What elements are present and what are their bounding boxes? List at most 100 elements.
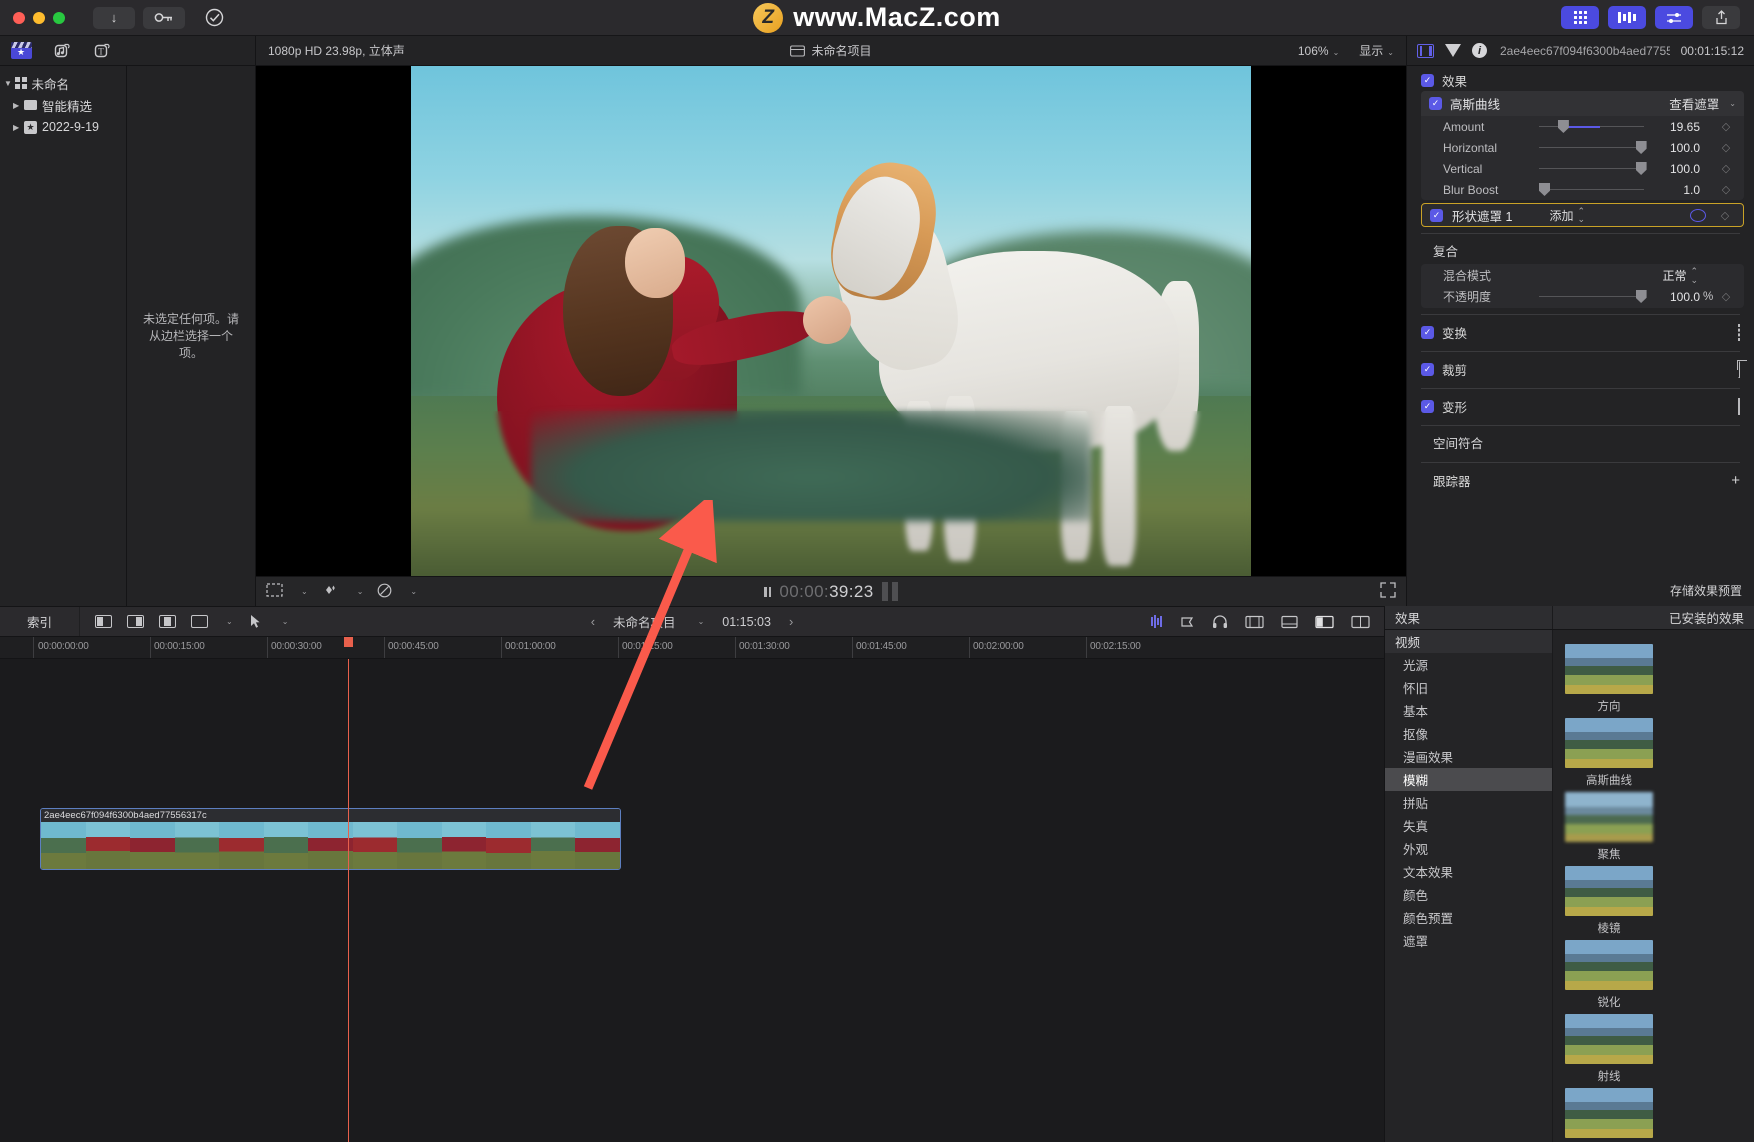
effects-category-distortion[interactable]: 失真 bbox=[1385, 814, 1552, 837]
effects-category-color-presets[interactable]: 颜色预置 bbox=[1385, 906, 1552, 929]
effects-category-text[interactable]: 文本效果 bbox=[1385, 860, 1552, 883]
effect-item[interactable]: 棱镜 bbox=[1565, 866, 1653, 936]
mask-enable-checkbox[interactable] bbox=[1430, 208, 1443, 222]
effects-category-nostalgia[interactable]: 怀旧 bbox=[1385, 676, 1552, 699]
tree-item-event[interactable]: ▶ ★ 2022-9-19 bbox=[0, 116, 126, 138]
view-mask-menu[interactable]: 查看遮罩 ⌄ bbox=[1669, 94, 1736, 113]
chevron-down-icon[interactable]: ⌄ bbox=[301, 587, 308, 596]
param-value[interactable]: 1.0 bbox=[1644, 183, 1700, 197]
mask-shape-icon[interactable] bbox=[1690, 208, 1706, 222]
minimize-window-button[interactable] bbox=[33, 11, 45, 24]
effects-browser-icon[interactable] bbox=[1315, 615, 1334, 629]
next-project-icon[interactable]: › bbox=[789, 614, 793, 629]
video-inspector-icon[interactable] bbox=[1417, 43, 1434, 58]
keyframe-diamond-icon[interactable]: ◇ bbox=[1715, 209, 1735, 222]
previous-project-icon[interactable]: ‹ bbox=[591, 614, 595, 629]
effects-category-blur[interactable]: 模糊 bbox=[1385, 768, 1552, 791]
blend-mode-menu[interactable]: 正常 ⌃ ⌄ bbox=[1662, 267, 1698, 284]
effect-item[interactable]: 射线 bbox=[1565, 1014, 1653, 1084]
distort-enable-checkbox[interactable] bbox=[1421, 399, 1434, 413]
display-options-menu[interactable]: 显示 ⌄ bbox=[1359, 42, 1394, 59]
transform-enable-checkbox[interactable] bbox=[1421, 325, 1434, 339]
color-inspector-icon[interactable] bbox=[1445, 44, 1461, 57]
crop-section-row[interactable]: 裁剪 bbox=[1407, 356, 1754, 382]
share-icon[interactable] bbox=[1702, 6, 1740, 29]
chevron-down-icon[interactable]: ⌄ bbox=[282, 617, 289, 626]
param-value[interactable]: 100.0 bbox=[1644, 162, 1700, 176]
effects-category-tiling[interactable]: 拼贴 bbox=[1385, 791, 1552, 814]
connect-clip-icon[interactable] bbox=[94, 614, 113, 630]
effects-category-basic[interactable]: 基本 bbox=[1385, 699, 1552, 722]
transitions-browser-icon[interactable] bbox=[1351, 615, 1370, 629]
keyframe-diamond-icon[interactable]: ◇ bbox=[1716, 141, 1736, 154]
effect-item[interactable]: 缩放 bbox=[1565, 1088, 1653, 1142]
tree-item-smart-collections[interactable]: ▶ 智能精选 bbox=[0, 94, 126, 116]
chevron-down-icon[interactable]: ⌄ bbox=[410, 587, 417, 596]
effects-enable-checkbox[interactable] bbox=[1421, 73, 1434, 87]
effect-item[interactable]: 高斯曲线 bbox=[1565, 718, 1653, 788]
keyframe-diamond-icon[interactable]: ◇ bbox=[1716, 162, 1736, 175]
window-controls[interactable] bbox=[0, 11, 65, 24]
browser-toggle-icon[interactable] bbox=[1561, 6, 1599, 29]
keyframe-diamond-icon[interactable]: ◇ bbox=[1716, 183, 1736, 196]
effects-category-video[interactable]: 视频 bbox=[1385, 630, 1552, 653]
param-slider[interactable] bbox=[1539, 162, 1647, 176]
chevron-down-icon[interactable]: ⌄ bbox=[226, 617, 233, 626]
music-browser-icon[interactable] bbox=[50, 41, 72, 61]
distort-icon[interactable] bbox=[1738, 397, 1740, 415]
disclosure-triangle-icon[interactable]: ▼ bbox=[4, 79, 15, 88]
add-tracker-button[interactable]: + bbox=[1731, 472, 1740, 489]
enhance-tool-icon[interactable] bbox=[322, 583, 339, 600]
titles-browser-icon[interactable]: T bbox=[90, 41, 112, 61]
effect-item[interactable]: 锐化 bbox=[1565, 940, 1653, 1010]
headphones-icon[interactable] bbox=[1212, 614, 1228, 629]
insert-clip-icon[interactable] bbox=[126, 614, 145, 630]
tree-item-library[interactable]: ▼ 未命名 bbox=[0, 72, 126, 94]
shape-mask-row[interactable]: 形状遮罩 1 添加 ⌃⌄ ◇ bbox=[1421, 203, 1744, 227]
param-value[interactable]: 100.0 bbox=[1644, 141, 1700, 155]
select-tool-icon[interactable] bbox=[246, 614, 265, 630]
titles-generators-icon[interactable] bbox=[1281, 615, 1298, 629]
transform-tool-icon[interactable] bbox=[266, 583, 283, 600]
timeline-canvas[interactable]: 2ae4eec67f094f6300b4aed77556317c bbox=[0, 659, 1384, 1142]
timeline-ruler[interactable]: 00:00:00:00 00:00:15:00 00:00:30:00 00:0… bbox=[0, 637, 1384, 659]
effect-item[interactable]: 方向 bbox=[1565, 644, 1653, 714]
effects-category-mask[interactable]: 遮罩 bbox=[1385, 929, 1552, 952]
effects-category-light[interactable]: 光源 bbox=[1385, 653, 1552, 676]
overwrite-clip-icon[interactable] bbox=[190, 614, 209, 630]
param-value[interactable]: 19.65 bbox=[1644, 120, 1700, 134]
disclosure-triangle-icon[interactable]: ▶ bbox=[13, 101, 24, 110]
timeline-index-button[interactable]: 索引 bbox=[0, 607, 80, 636]
transform-section-row[interactable]: 变换 bbox=[1407, 319, 1754, 345]
effects-category-comic[interactable]: 漫画效果 bbox=[1385, 745, 1552, 768]
chevron-down-icon[interactable]: ⌄ bbox=[698, 617, 705, 626]
zoom-window-button[interactable] bbox=[53, 11, 65, 24]
effects-category-color[interactable]: 颜色 bbox=[1385, 883, 1552, 906]
transform-icon[interactable] bbox=[1738, 323, 1740, 341]
add-marker-icon[interactable] bbox=[1179, 615, 1195, 629]
color-board-icon[interactable] bbox=[377, 583, 392, 601]
keyframe-diamond-icon[interactable]: ◇ bbox=[1716, 120, 1736, 133]
effect-enable-checkbox[interactable] bbox=[1429, 97, 1442, 110]
chevron-down-icon[interactable]: ⌄ bbox=[357, 587, 364, 596]
param-slider[interactable] bbox=[1539, 183, 1644, 197]
crop-icon[interactable] bbox=[1738, 360, 1740, 378]
crop-enable-checkbox[interactable] bbox=[1421, 362, 1434, 376]
effects-category-keying[interactable]: 抠像 bbox=[1385, 722, 1552, 745]
fullscreen-button[interactable] bbox=[1380, 582, 1396, 601]
check-circle-icon[interactable] bbox=[193, 7, 235, 29]
effect-item[interactable]: 聚焦 bbox=[1565, 792, 1653, 862]
media-browser-icon[interactable]: ★ bbox=[10, 41, 32, 61]
save-effects-preset-button[interactable]: 存储效果预置 bbox=[1670, 582, 1742, 599]
download-icon[interactable]: ↓ bbox=[93, 6, 135, 29]
timeline-clip[interactable]: 2ae4eec67f094f6300b4aed77556317c bbox=[40, 808, 621, 870]
audio-meter-icon[interactable] bbox=[1151, 615, 1162, 628]
zoom-level-menu[interactable]: 106% ⌄ bbox=[1298, 44, 1339, 58]
viewer-canvas[interactable] bbox=[256, 66, 1406, 576]
keyframe-diamond-icon[interactable]: ◇ bbox=[1716, 290, 1736, 303]
opacity-slider[interactable] bbox=[1539, 290, 1647, 304]
opacity-value[interactable]: 100.0 bbox=[1644, 290, 1700, 304]
media-browser-icon[interactable] bbox=[1245, 615, 1264, 629]
close-window-button[interactable] bbox=[13, 11, 25, 24]
distort-section-row[interactable]: 变形 bbox=[1407, 393, 1754, 419]
